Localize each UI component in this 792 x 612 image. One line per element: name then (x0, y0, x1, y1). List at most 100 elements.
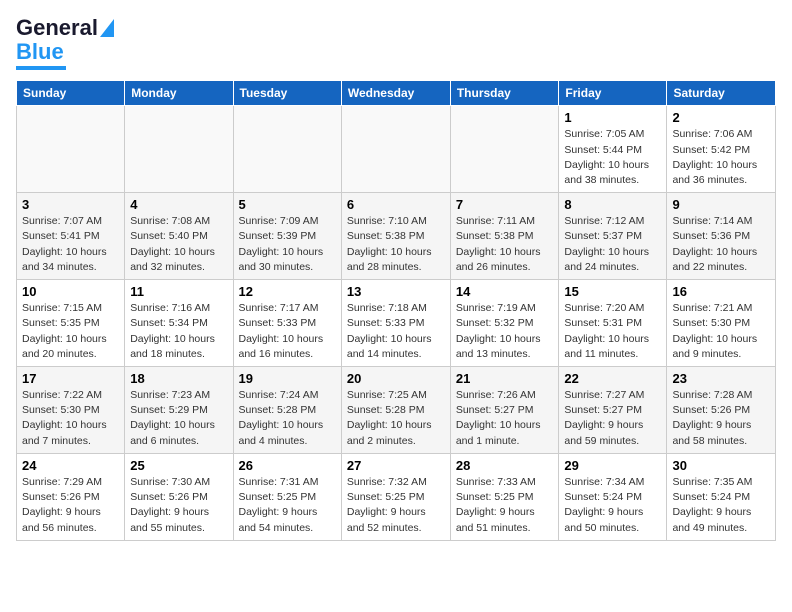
day-info: Sunrise: 7:11 AM Sunset: 5:38 PM Dayligh… (456, 214, 554, 275)
logo-general: General (16, 16, 98, 40)
calendar-cell: 20 Sunrise: 7:25 AM Sunset: 5:28 PM Dayli… (341, 367, 450, 454)
day-info: Sunrise: 7:18 AM Sunset: 5:33 PM Dayligh… (347, 301, 445, 362)
page-header: General Blue (16, 16, 776, 70)
days-of-week-row: SundayMondayTuesdayWednesdayThursdayFrid… (17, 81, 776, 106)
day-info: Sunrise: 7:23 AM Sunset: 5:29 PM Dayligh… (130, 388, 227, 449)
calendar-cell: 11 Sunrise: 7:16 AM Sunset: 5:34 PM Dayli… (125, 280, 233, 367)
day-info: Sunrise: 7:09 AM Sunset: 5:39 PM Dayligh… (239, 214, 336, 275)
calendar-cell: 28 Sunrise: 7:33 AM Sunset: 5:25 PM Dayli… (450, 453, 559, 540)
calendar-body: 1 Sunrise: 7:05 AM Sunset: 5:44 PM Daylig… (17, 106, 776, 540)
day-info: Sunrise: 7:06 AM Sunset: 5:42 PM Dayligh… (672, 127, 770, 188)
calendar-cell: 27 Sunrise: 7:32 AM Sunset: 5:25 PM Dayli… (341, 453, 450, 540)
dow-header-friday: Friday (559, 81, 667, 106)
calendar-cell: 18 Sunrise: 7:23 AM Sunset: 5:29 PM Dayli… (125, 367, 233, 454)
day-number: 23 (672, 371, 770, 386)
day-number: 8 (564, 197, 661, 212)
calendar-cell: 21 Sunrise: 7:26 AM Sunset: 5:27 PM Dayli… (450, 367, 559, 454)
day-info: Sunrise: 7:20 AM Sunset: 5:31 PM Dayligh… (564, 301, 661, 362)
day-info: Sunrise: 7:25 AM Sunset: 5:28 PM Dayligh… (347, 388, 445, 449)
calendar-cell: 22Sunrise: 7:27 AM Sunset: 5:27 PM Dayli… (559, 367, 667, 454)
calendar-cell: 30 Sunrise: 7:35 AM Sunset: 5:24 PM Dayli… (667, 453, 776, 540)
day-number: 26 (239, 458, 336, 473)
day-number: 10 (22, 284, 119, 299)
day-info: Sunrise: 7:34 AM Sunset: 5:24 PM Dayligh… (564, 475, 661, 536)
logo-blue: Blue (16, 40, 64, 64)
day-info: Sunrise: 7:14 AM Sunset: 5:36 PM Dayligh… (672, 214, 770, 275)
calendar-cell: 14 Sunrise: 7:19 AM Sunset: 5:32 PM Dayli… (450, 280, 559, 367)
calendar-cell: 16Sunrise: 7:21 AM Sunset: 5:30 PM Dayli… (667, 280, 776, 367)
day-number: 14 (456, 284, 554, 299)
calendar-cell: 9 Sunrise: 7:14 AM Sunset: 5:36 PM Daylig… (667, 193, 776, 280)
week-row-4: 17Sunrise: 7:22 AM Sunset: 5:30 PM Dayli… (17, 367, 776, 454)
day-info: Sunrise: 7:35 AM Sunset: 5:24 PM Dayligh… (672, 475, 770, 536)
week-row-2: 3 Sunrise: 7:07 AM Sunset: 5:41 PM Daylig… (17, 193, 776, 280)
day-info: Sunrise: 7:27 AM Sunset: 5:27 PM Dayligh… (564, 388, 661, 449)
calendar-cell: 4 Sunrise: 7:08 AM Sunset: 5:40 PM Daylig… (125, 193, 233, 280)
calendar-cell: 6 Sunrise: 7:10 AM Sunset: 5:38 PM Daylig… (341, 193, 450, 280)
calendar-cell: 1 Sunrise: 7:05 AM Sunset: 5:44 PM Daylig… (559, 106, 667, 193)
dow-header-sunday: Sunday (17, 81, 125, 106)
calendar-cell: 15 Sunrise: 7:20 AM Sunset: 5:31 PM Dayli… (559, 280, 667, 367)
day-number: 3 (22, 197, 119, 212)
day-info: Sunrise: 7:32 AM Sunset: 5:25 PM Dayligh… (347, 475, 445, 536)
calendar-cell: 17Sunrise: 7:22 AM Sunset: 5:30 PM Dayli… (17, 367, 125, 454)
day-info: Sunrise: 7:33 AM Sunset: 5:25 PM Dayligh… (456, 475, 554, 536)
day-number: 27 (347, 458, 445, 473)
day-info: Sunrise: 7:16 AM Sunset: 5:34 PM Dayligh… (130, 301, 227, 362)
day-number: 15 (564, 284, 661, 299)
dow-header-monday: Monday (125, 81, 233, 106)
calendar-cell: 26 Sunrise: 7:31 AM Sunset: 5:25 PM Dayli… (233, 453, 341, 540)
week-row-1: 1 Sunrise: 7:05 AM Sunset: 5:44 PM Daylig… (17, 106, 776, 193)
calendar-cell (341, 106, 450, 193)
day-info: Sunrise: 7:05 AM Sunset: 5:44 PM Dayligh… (564, 127, 661, 188)
day-number: 28 (456, 458, 554, 473)
calendar-cell (233, 106, 341, 193)
logo-underline (16, 66, 66, 70)
day-number: 5 (239, 197, 336, 212)
calendar-cell: 8Sunrise: 7:12 AM Sunset: 5:37 PM Daylig… (559, 193, 667, 280)
day-info: Sunrise: 7:26 AM Sunset: 5:27 PM Dayligh… (456, 388, 554, 449)
calendar-cell: 3 Sunrise: 7:07 AM Sunset: 5:41 PM Daylig… (17, 193, 125, 280)
calendar-cell: 12 Sunrise: 7:17 AM Sunset: 5:33 PM Dayli… (233, 280, 341, 367)
day-info: Sunrise: 7:24 AM Sunset: 5:28 PM Dayligh… (239, 388, 336, 449)
calendar-table: SundayMondayTuesdayWednesdayThursdayFrid… (16, 80, 776, 540)
day-number: 17 (22, 371, 119, 386)
day-number: 25 (130, 458, 227, 473)
day-number: 4 (130, 197, 227, 212)
day-number: 19 (239, 371, 336, 386)
day-number: 21 (456, 371, 554, 386)
dow-header-tuesday: Tuesday (233, 81, 341, 106)
day-info: Sunrise: 7:07 AM Sunset: 5:41 PM Dayligh… (22, 214, 119, 275)
day-number: 20 (347, 371, 445, 386)
calendar-cell: 19 Sunrise: 7:24 AM Sunset: 5:28 PM Dayli… (233, 367, 341, 454)
calendar-cell: 10 Sunrise: 7:15 AM Sunset: 5:35 PM Dayli… (17, 280, 125, 367)
calendar-cell: 23Sunrise: 7:28 AM Sunset: 5:26 PM Dayli… (667, 367, 776, 454)
calendar-cell: 7 Sunrise: 7:11 AM Sunset: 5:38 PM Daylig… (450, 193, 559, 280)
day-info: Sunrise: 7:30 AM Sunset: 5:26 PM Dayligh… (130, 475, 227, 536)
day-number: 12 (239, 284, 336, 299)
day-number: 7 (456, 197, 554, 212)
day-number: 6 (347, 197, 445, 212)
dow-header-saturday: Saturday (667, 81, 776, 106)
day-number: 1 (564, 110, 661, 125)
calendar-cell: 24Sunrise: 7:29 AM Sunset: 5:26 PM Dayli… (17, 453, 125, 540)
day-number: 9 (672, 197, 770, 212)
logo: General Blue (16, 16, 114, 70)
logo-triangle-icon (100, 19, 114, 37)
day-number: 13 (347, 284, 445, 299)
day-info: Sunrise: 7:15 AM Sunset: 5:35 PM Dayligh… (22, 301, 119, 362)
day-number: 29 (564, 458, 661, 473)
day-number: 11 (130, 284, 227, 299)
calendar-cell: 29 Sunrise: 7:34 AM Sunset: 5:24 PM Dayli… (559, 453, 667, 540)
calendar-cell: 5 Sunrise: 7:09 AM Sunset: 5:39 PM Daylig… (233, 193, 341, 280)
week-row-3: 10 Sunrise: 7:15 AM Sunset: 5:35 PM Dayli… (17, 280, 776, 367)
day-info: Sunrise: 7:19 AM Sunset: 5:32 PM Dayligh… (456, 301, 554, 362)
day-info: Sunrise: 7:17 AM Sunset: 5:33 PM Dayligh… (239, 301, 336, 362)
day-info: Sunrise: 7:10 AM Sunset: 5:38 PM Dayligh… (347, 214, 445, 275)
day-number: 18 (130, 371, 227, 386)
week-row-5: 24Sunrise: 7:29 AM Sunset: 5:26 PM Dayli… (17, 453, 776, 540)
day-info: Sunrise: 7:08 AM Sunset: 5:40 PM Dayligh… (130, 214, 227, 275)
day-info: Sunrise: 7:31 AM Sunset: 5:25 PM Dayligh… (239, 475, 336, 536)
calendar-cell: 25 Sunrise: 7:30 AM Sunset: 5:26 PM Dayli… (125, 453, 233, 540)
day-number: 30 (672, 458, 770, 473)
